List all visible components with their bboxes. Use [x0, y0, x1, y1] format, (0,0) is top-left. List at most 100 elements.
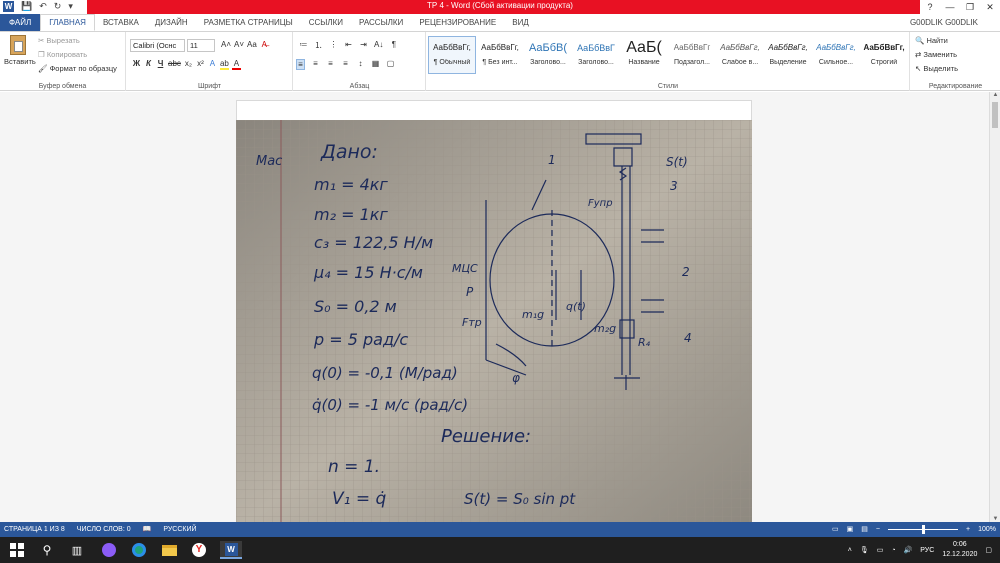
- diagram-phi: φ: [512, 371, 520, 385]
- print-layout-icon[interactable]: ▣: [847, 522, 854, 537]
- tab-file[interactable]: ФАЙЛ: [0, 14, 41, 31]
- underline-icon[interactable]: Ч: [156, 59, 165, 70]
- notifications-icon[interactable]: ▢: [985, 546, 992, 554]
- shading-icon[interactable]: ▦: [371, 59, 380, 70]
- start-icon[interactable]: [8, 541, 26, 559]
- cut-label: Вырезать: [46, 36, 80, 45]
- find-button[interactable]: 🔍 Найти: [915, 36, 948, 45]
- style-normal[interactable]: АаБбВвГг, ¶ Обычный: [428, 36, 476, 74]
- style-strong[interactable]: АаБбВвГг, Строгий: [860, 36, 908, 74]
- strikethrough-icon[interactable]: abc: [168, 59, 181, 70]
- copy-button[interactable]: ❐ Копировать: [38, 50, 87, 59]
- yandex-browser-icon[interactable]: Y: [190, 541, 208, 559]
- help-button[interactable]: ?: [920, 0, 940, 14]
- superscript-icon[interactable]: x²: [196, 59, 205, 70]
- italic-icon[interactable]: К: [144, 59, 153, 70]
- tab-references[interactable]: ССЫЛКИ: [301, 14, 351, 31]
- style-no-spacing[interactable]: АаБбВвГг, ¶ Без инт...: [476, 36, 524, 74]
- shrink-font-icon[interactable]: A˅: [234, 40, 244, 49]
- tray-chevron-icon[interactable]: ˄: [848, 547, 852, 554]
- undo-icon[interactable]: ↶: [39, 1, 47, 12]
- style-heading-2[interactable]: АаБбВвГ Заголово...: [572, 36, 620, 74]
- minimize-button[interactable]: —: [940, 0, 960, 14]
- edge-icon[interactable]: [130, 541, 148, 559]
- tab-review[interactable]: РЕЦЕНЗИРОВАНИЕ: [411, 14, 504, 31]
- subscript-icon[interactable]: x₂: [184, 59, 193, 70]
- tab-view[interactable]: ВИД: [504, 14, 537, 31]
- task-view-icon[interactable]: ▥: [68, 541, 86, 559]
- word-taskbar-icon[interactable]: W: [220, 541, 242, 559]
- multilevel-icon[interactable]: ⋮: [329, 40, 338, 51]
- cut-button[interactable]: ✂ Вырезать: [38, 36, 80, 45]
- tab-insert[interactable]: ВСТАВКА: [95, 14, 147, 31]
- redo-icon[interactable]: ↻: [54, 1, 62, 12]
- align-right-icon[interactable]: ≡: [326, 59, 335, 70]
- tab-mailings[interactable]: РАССЫЛКИ: [351, 14, 411, 31]
- zoom-out-icon[interactable]: −: [876, 522, 880, 537]
- numbering-icon[interactable]: ⒈: [314, 40, 323, 51]
- scroll-thumb[interactable]: [992, 102, 998, 128]
- decrease-indent-icon[interactable]: ⇤: [344, 40, 353, 51]
- save-icon[interactable]: 💾: [21, 1, 32, 12]
- microphone-icon[interactable]: 🎙: [860, 546, 869, 554]
- diagram-p: P: [466, 285, 474, 299]
- scroll-up-icon[interactable]: ▲: [990, 92, 1000, 98]
- tab-design[interactable]: ДИЗАЙН: [147, 14, 196, 31]
- network-icon[interactable]: ◔: [891, 547, 895, 554]
- zoom-in-icon[interactable]: +: [966, 522, 970, 537]
- alice-icon[interactable]: [100, 541, 118, 559]
- align-center-icon[interactable]: ≡: [311, 59, 320, 70]
- customize-qat-icon[interactable]: ▾: [68, 1, 73, 12]
- font-color-icon[interactable]: A: [231, 59, 241, 70]
- style-name: Заголово...: [578, 59, 614, 66]
- text-effects-icon[interactable]: A: [208, 59, 217, 70]
- restore-button[interactable]: ❐: [960, 0, 980, 14]
- sort-icon[interactable]: A↓: [374, 40, 383, 51]
- highlight-icon[interactable]: ab: [219, 59, 229, 70]
- style-emphasis[interactable]: АаБбВвГг, Выделение: [764, 36, 812, 74]
- web-layout-icon[interactable]: ▤: [861, 522, 868, 537]
- style-subtitle[interactable]: АаБбВвГг Подзагол...: [668, 36, 716, 74]
- borders-icon[interactable]: ▢: [386, 59, 395, 70]
- line-spacing-icon[interactable]: ↕: [356, 59, 365, 70]
- page-count[interactable]: СТРАНИЦА 1 ИЗ 8: [4, 522, 65, 537]
- style-sample: АаБ(: [626, 39, 662, 56]
- replace-button[interactable]: ⇄ Заменить: [915, 50, 957, 59]
- close-button[interactable]: ✕: [980, 0, 1000, 14]
- quick-access-toolbar: W 💾 ↶ ↻ ▾: [3, 1, 73, 12]
- bullets-icon[interactable]: ≔: [299, 40, 308, 51]
- grow-font-icon[interactable]: A˄: [221, 40, 231, 49]
- user-name[interactable]: G00DLIK G00DLIK: [910, 14, 978, 31]
- volume-icon[interactable]: 🔊: [904, 546, 913, 554]
- explorer-icon[interactable]: [160, 541, 178, 559]
- proofing-icon[interactable]: 📖: [143, 522, 152, 537]
- font-size-combo[interactable]: 11: [187, 39, 215, 52]
- search-icon[interactable]: ⚲: [38, 541, 56, 559]
- increase-indent-icon[interactable]: ⇥: [359, 40, 368, 51]
- style-subtle-emphasis[interactable]: АаБбВвГг, Слабое в...: [716, 36, 764, 74]
- clear-format-icon[interactable]: A̶: [260, 40, 269, 49]
- show-marks-icon[interactable]: ¶: [389, 40, 398, 51]
- style-intense-emphasis[interactable]: АаБбВвГг, Сильное...: [812, 36, 860, 74]
- read-mode-icon[interactable]: ▭: [832, 522, 839, 537]
- clock[interactable]: 0:06 12.12.2020: [942, 540, 977, 560]
- keyboard-layout[interactable]: РУС: [920, 547, 934, 554]
- select-button[interactable]: ↖ Выделить: [915, 64, 958, 73]
- style-heading-1[interactable]: АаБбВ( Заголово...: [524, 36, 572, 74]
- tab-page-layout[interactable]: РАЗМЕТКА СТРАНИЦЫ: [196, 14, 301, 31]
- battery-icon[interactable]: ▭: [877, 546, 884, 554]
- language-indicator[interactable]: РУССКИЙ: [163, 522, 196, 537]
- word-count[interactable]: ЧИСЛО СЛОВ: 0: [77, 522, 131, 537]
- format-painter-button[interactable]: 🖌 Формат по образцу: [38, 64, 117, 73]
- change-case-icon[interactable]: Aa: [247, 40, 257, 49]
- justify-icon[interactable]: ≡: [341, 59, 350, 70]
- paste-button[interactable]: Вставить: [4, 35, 36, 66]
- align-left-icon[interactable]: ≡: [296, 59, 305, 70]
- bold-icon[interactable]: Ж: [132, 59, 141, 70]
- zoom-slider[interactable]: [888, 525, 958, 534]
- tab-home[interactable]: ГЛАВНАЯ: [40, 14, 95, 31]
- font-name-combo[interactable]: Calibri (Оснс: [130, 39, 185, 52]
- vertical-scrollbar[interactable]: ▲ ▼: [989, 92, 1000, 522]
- style-title[interactable]: АаБ( Название: [620, 36, 668, 74]
- zoom-level[interactable]: 100%: [978, 522, 996, 537]
